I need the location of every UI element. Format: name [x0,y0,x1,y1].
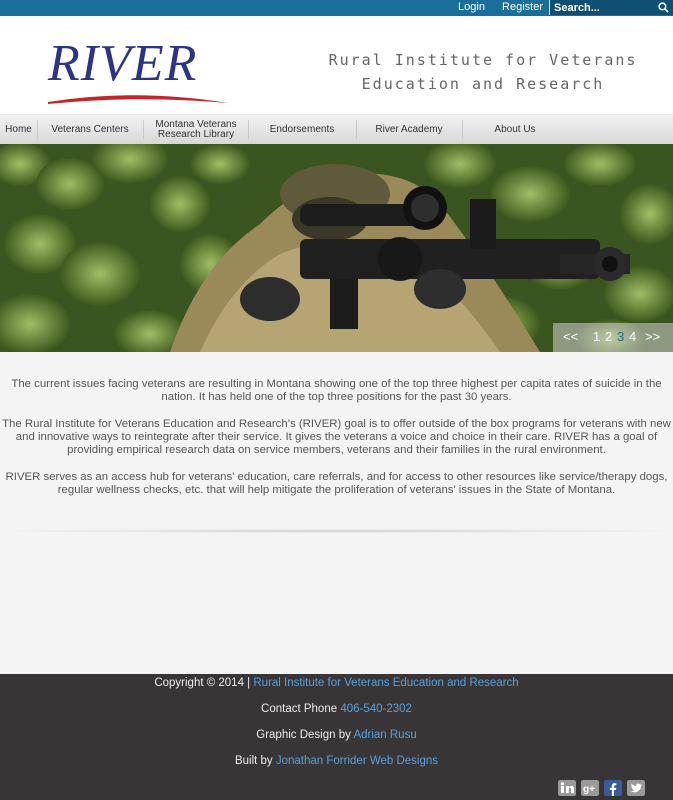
login-link[interactable]: Login [458,1,485,13]
site-tagline: Rural Institute for Veterans Education a… [318,48,648,96]
nav-home[interactable]: Home [0,115,37,144]
svg-text:g+: g+ [583,784,595,795]
river-logo[interactable]: RIVER [46,34,228,108]
intro-paragraph: RIVER serves as an access hub for vetera… [5,471,668,496]
slider-page-1[interactable]: 1 [593,329,600,344]
design-credit-label: Graphic Design by [256,729,351,741]
account-links: Login Register [444,1,543,13]
tagline-line-2: Education and Research [361,75,605,93]
built-by-line: Built by Jonathan Forrider Web Designs [0,755,673,767]
slider-next-button[interactable]: >> [645,329,660,344]
nav-veterans-centers[interactable]: Veterans Centers [38,115,142,144]
phone-link[interactable]: 406-540-2302 [340,703,412,715]
tagline-line-1: Rural Institute for Veterans [328,51,638,69]
register-link[interactable]: Register [502,1,543,13]
slider-pager: << 1 2 3 4 >> [553,323,673,352]
search-icon[interactable] [658,2,669,13]
built-by-label: Built by [234,755,273,767]
main-nav: Home Veterans Centers Montana Veterans R… [0,114,673,145]
nav-endorsements[interactable]: Endorsements [249,115,355,144]
search-input[interactable] [554,0,654,15]
linkedin-icon[interactable] [558,780,576,796]
nav-research-library[interactable]: Montana Veterans Research Library [146,115,246,144]
intro-content: The current issues facing veterans are r… [0,378,673,511]
soldier-photo [0,144,673,352]
hero-slider-image [0,144,673,352]
slider-page-3-active[interactable]: 3 [617,329,624,344]
slider-page-4[interactable]: 4 [629,329,636,344]
copyright-link[interactable]: Rural Institute for Veterans Education a… [253,677,518,689]
nav-about-us[interactable]: About Us [463,115,567,144]
site-header: RIVER Rural Institute for Veterans Educa… [0,16,673,114]
logo-swoosh [48,95,228,104]
contact-line: Contact Phone 406-540-2302 [0,703,673,715]
search-box [549,0,673,15]
copyright-line: Copyright © 2014 | Rural Institute for V… [0,677,673,689]
slider-page-2[interactable]: 2 [605,329,612,344]
twitter-icon[interactable] [627,780,645,796]
contact-label: Contact Phone [261,703,338,715]
logo-text: RIVER [48,35,198,92]
nav-river-academy[interactable]: River Academy [357,115,461,144]
intro-paragraph: The Rural Institute for Veterans Educati… [2,418,671,456]
design-credit-line: Graphic Design by Adrian Rusu [0,729,673,741]
facebook-icon[interactable] [604,780,622,796]
slider-prev-button[interactable]: << [563,329,578,344]
intro-paragraph: The current issues facing veterans are r… [11,378,662,403]
copyright-text: Copyright © 2014 | [154,677,251,689]
designer-link[interactable]: Adrian Rusu [353,729,416,741]
nav-divider [143,120,144,139]
builder-link[interactable]: Jonathan Forrider Web Designs [276,755,438,767]
google-plus-icon[interactable]: g+ [581,780,599,796]
content-divider [8,529,665,533]
